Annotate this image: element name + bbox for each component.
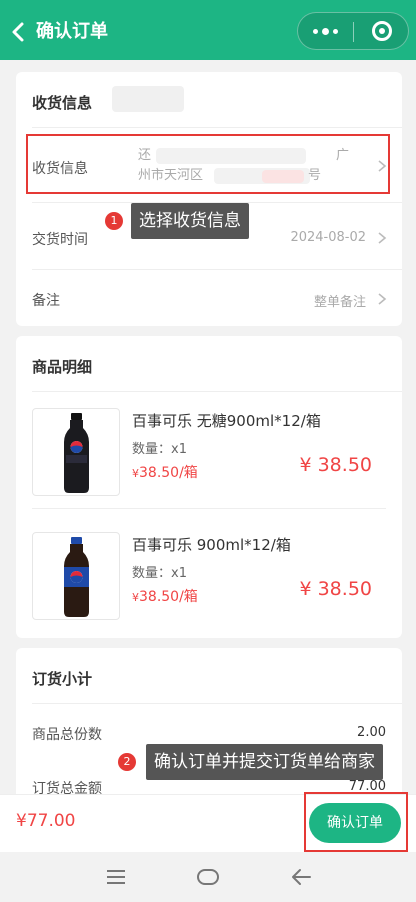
system-nav-bar: [0, 852, 416, 902]
target-icon: [371, 21, 392, 41]
delivery-card: 收货信息 收货信息 还 广 州市天河区 号 交货时间 2024-08-02 备注…: [16, 72, 402, 326]
products-card: 商品明细 百事可乐 无糖900ml*12/箱 数量：x1 ¥38.50/箱 ¥ …: [16, 336, 402, 638]
subtotal-label: 商品总份数: [32, 727, 102, 743]
chevron-right-icon: [378, 232, 387, 244]
product-item: 百事可乐 无糖900ml*12/箱 数量：x1 ¥38.50/箱 ¥ 38.50: [16, 392, 402, 508]
chevron-right-icon: [378, 293, 387, 305]
back-button[interactable]: [6, 18, 30, 46]
pepsi-bottle-icon: [64, 537, 89, 617]
page-title: 确认订单: [36, 21, 108, 42]
dot-icon: [322, 27, 329, 35]
product-name: 百事可乐 900ml*12/箱: [132, 536, 291, 554]
product-unit-price: ¥38.50/箱: [132, 462, 198, 482]
back-icon[interactable]: [290, 867, 312, 887]
divider: [32, 703, 402, 704]
product-image: [32, 532, 120, 620]
currency-symbol: ¥: [132, 467, 139, 480]
app-header: 确认订单: [0, 0, 416, 60]
more-menu-button[interactable]: [298, 13, 353, 49]
subtotal-value: 2.00: [357, 725, 386, 740]
product-quantity: 数量：x1: [132, 442, 187, 457]
divider: [32, 508, 386, 509]
highlight-box-confirm: [304, 792, 408, 852]
close-mini-program-button[interactable]: [354, 13, 409, 49]
product-image: [32, 408, 120, 496]
remark-label: 备注: [32, 293, 60, 309]
product-name: 百事可乐 无糖900ml*12/箱: [132, 412, 321, 430]
remark-value: 整单备注: [313, 295, 366, 310]
tooltip-confirm-order: 确认订单并提交订货单给商家: [146, 744, 383, 780]
pepsi-zero-bottle-icon: [64, 413, 89, 493]
highlight-box-address: [26, 134, 390, 194]
unit-price-value: 38.50/箱: [139, 589, 198, 605]
product-quantity: 数量：x1: [132, 566, 187, 581]
tip-number-badge: 2: [118, 753, 136, 771]
redacted-area: [112, 86, 184, 112]
mini-program-capsule: [297, 12, 409, 50]
currency-symbol: ¥: [132, 591, 139, 604]
product-total-price: ¥ 38.50: [299, 454, 372, 476]
product-item: 百事可乐 900ml*12/箱 数量：x1 ¥38.50/箱 ¥ 38.50: [16, 516, 402, 632]
delivery-time-label: 交货时间: [32, 232, 88, 248]
products-card-title: 商品明细: [32, 358, 93, 376]
dot-icon: [313, 28, 318, 34]
remark-row[interactable]: 备注 整单备注: [16, 270, 402, 326]
product-unit-price: ¥38.50/箱: [132, 586, 198, 606]
tip-number-badge: 1: [105, 212, 123, 230]
subtotal-card: 订货小计 商品总份数 2.00 订货总金额 77.00: [16, 648, 402, 808]
tooltip-select-address: 选择收货信息: [131, 203, 249, 239]
menu-icon[interactable]: [105, 868, 127, 886]
dot-icon: [333, 28, 338, 34]
product-total-price: ¥ 38.50: [299, 578, 372, 600]
delivery-time-value: 2024-08-02: [290, 230, 366, 245]
chevron-left-icon: [12, 22, 24, 42]
home-icon[interactable]: [196, 867, 220, 887]
delivery-card-title: 收货信息: [32, 94, 93, 112]
subtotal-card-title: 订货小计: [32, 670, 93, 688]
order-total: ¥77.00: [16, 811, 76, 831]
unit-price-value: 38.50/箱: [139, 465, 198, 481]
